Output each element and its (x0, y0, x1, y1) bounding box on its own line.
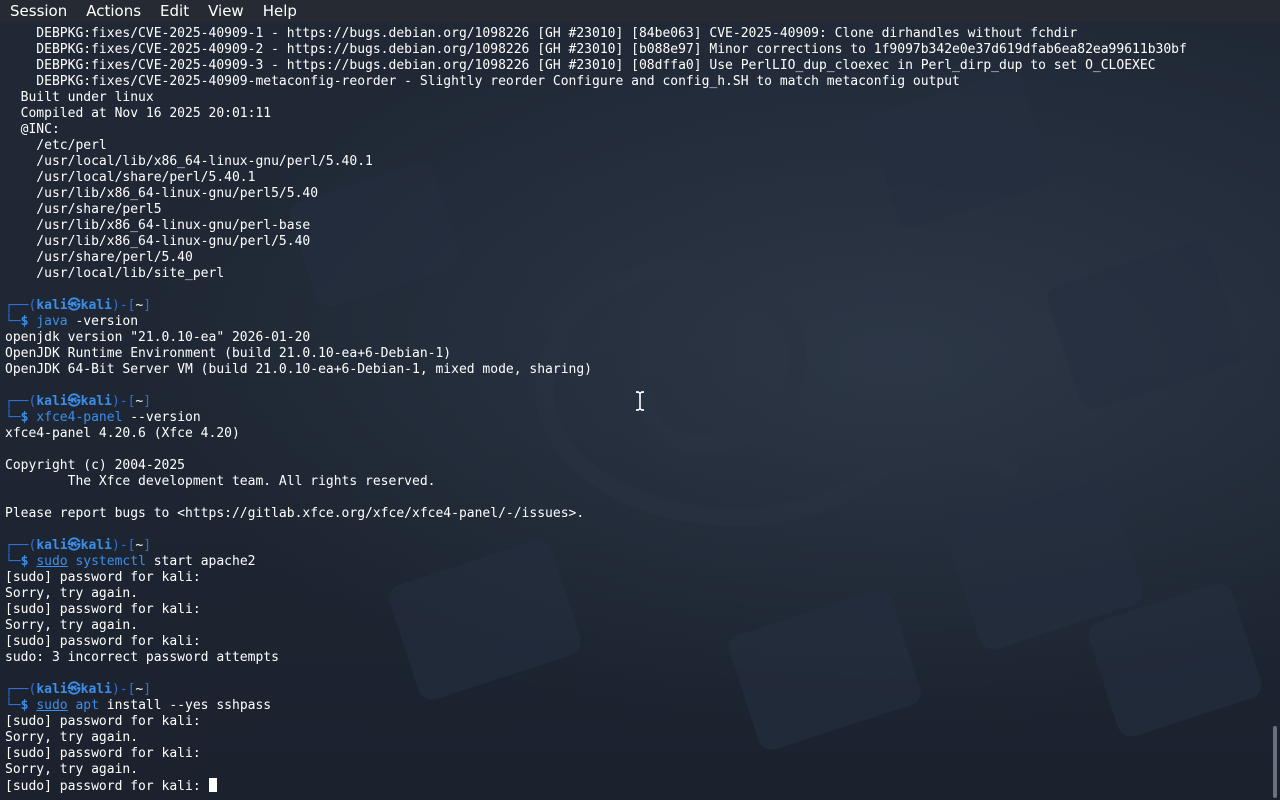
prompt-user-host: kali㉿kali (36, 298, 112, 313)
command-name: systemctl (75, 554, 146, 569)
prompt-header-line: ┌──(kali㉿kali)-[~] (5, 682, 1266, 698)
ibeam-mouse-cursor-icon (635, 391, 645, 411)
prompt-dollar: $ (20, 410, 37, 425)
prompt-corner: └─ (5, 698, 21, 713)
command-line: └─$ xfce4-panel --version (5, 410, 1266, 426)
terminal-line: Sorry, try again. (5, 618, 139, 633)
prompt-bracket: )-[ (111, 682, 136, 697)
prompt-user-host: kali㉿kali (36, 538, 112, 553)
terminal-line: openjdk version "21.0.10-ea" 2026-01-20 (5, 330, 311, 345)
terminal-line: The Xfce development team. All rights re… (5, 474, 436, 489)
menu-edit[interactable]: Edit (150, 0, 198, 22)
terminal-line: DEBPKG:fixes/CVE-2025-40909-3 - https://… (5, 58, 1156, 73)
terminal-line: @INC: (5, 122, 60, 137)
terminal-line: [sudo] password for kali: (5, 714, 201, 729)
command-name: xfce4-panel (36, 410, 123, 425)
terminal-line: DEBPKG:fixes/CVE-2025-40909-1 - https://… (5, 26, 1078, 41)
terminal-line: DEBPKG:fixes/CVE-2025-40909-metaconfig-r… (5, 74, 960, 89)
prompt-dollar: $ (20, 314, 37, 329)
prompt-header-line: ┌──(kali㉿kali)-[~] (5, 298, 1266, 314)
menu-bar: Session Actions Edit View Help (0, 0, 1280, 22)
terminal-line: /usr/share/perl/5.40 (5, 250, 193, 265)
command-args: --version (122, 410, 201, 425)
menu-view[interactable]: View (198, 0, 253, 22)
terminal-line: /etc/perl (5, 138, 107, 153)
terminal-line: [sudo] password for kali: (5, 634, 201, 649)
terminal-line: xfce4-panel 4.20.6 (Xfce 4.20) (5, 426, 240, 441)
terminal-line: OpenJDK 64-Bit Server VM (build 21.0.10-… (5, 362, 592, 377)
terminal-line: OpenJDK Runtime Environment (build 21.0.… (5, 346, 452, 361)
prompt-dollar: $ (20, 554, 37, 569)
terminal-line: /usr/lib/x86_64-linux-gnu/perl-base (5, 218, 311, 233)
prompt-bracket: )-[ (111, 394, 136, 409)
prompt-corner: └─ (5, 314, 21, 329)
command-line: └─$ java -version (5, 314, 1266, 330)
terminal-line: Built under linux (5, 90, 154, 105)
terminal-line: sudo: 3 incorrect password attempts (5, 650, 279, 665)
command-sudo: sudo (36, 554, 68, 569)
command-args: install --yes sshpass (98, 698, 272, 713)
prompt-bracket: ] (143, 682, 152, 697)
terminal-line: [sudo] password for kali: (5, 746, 201, 761)
prompt-bracket: ┌──( (5, 298, 37, 313)
terminal-line: DEBPKG:fixes/CVE-2025-40909-2 - https://… (5, 42, 1187, 57)
prompt-header-line: ┌──(kali㉿kali)-[~] (5, 538, 1266, 554)
command-args: start apache2 (145, 554, 256, 569)
prompt-corner: └─ (5, 554, 21, 569)
prompt-bracket: ] (143, 538, 152, 553)
terminal-line: /usr/share/perl5 (5, 202, 162, 217)
terminal-line: Sorry, try again. (5, 586, 139, 601)
block-cursor-icon (208, 778, 217, 792)
command-sudo: sudo (36, 698, 68, 713)
prompt-dollar: $ (20, 698, 37, 713)
terminal-line: [sudo] password for kali: (5, 602, 201, 617)
terminal-line: Please report bugs to <https://gitlab.xf… (5, 506, 585, 521)
terminal-line: Sorry, try again. (5, 730, 139, 745)
prompt-bracket: ┌──( (5, 682, 37, 697)
terminal-line: /usr/local/lib/x86_64-linux-gnu/perl/5.4… (5, 154, 373, 169)
terminal-scrollbar[interactable] (1273, 726, 1277, 798)
password-prompt: [sudo] password for kali: (5, 779, 209, 794)
terminal-line: /usr/lib/x86_64-linux-gnu/perl5/5.40 (5, 186, 319, 201)
terminal-line: [sudo] password for kali: (5, 570, 201, 585)
password-input-line[interactable]: [sudo] password for kali: (5, 778, 1266, 794)
terminal-line: Sorry, try again. (5, 762, 139, 777)
terminal-line: Compiled at Nov 16 2025 20:01:11 (5, 106, 272, 121)
command-line: └─$ sudo apt install --yes sshpass (5, 698, 1266, 714)
prompt-bracket: ┌──( (5, 538, 37, 553)
prompt-corner: └─ (5, 410, 21, 425)
command-line: └─$ sudo systemctl start apache2 (5, 554, 1266, 570)
prompt-bracket: ┌──( (5, 394, 37, 409)
command-name: apt (75, 698, 99, 713)
terminal-line: Copyright (c) 2004-2025 (5, 458, 186, 473)
command-args: -version (67, 314, 139, 329)
prompt-user-host: kali㉿kali (36, 394, 112, 409)
terminal-line: /usr/lib/x86_64-linux-gnu/perl/5.40 (5, 234, 311, 249)
menu-actions[interactable]: Actions (76, 0, 150, 22)
terminal-window: Session Actions Edit View Help DEBPKG:fi… (0, 0, 1280, 800)
prompt-bracket: ] (143, 394, 152, 409)
prompt-bracket: )-[ (111, 538, 136, 553)
prompt-user-host: kali㉿kali (36, 682, 112, 697)
prompt-bracket: )-[ (111, 298, 136, 313)
command-name: java (36, 314, 68, 329)
menu-help[interactable]: Help (253, 0, 306, 22)
prompt-bracket: ] (143, 298, 152, 313)
terminal-line: /usr/local/lib/site_perl (5, 266, 225, 281)
menu-session[interactable]: Session (0, 0, 76, 22)
terminal-line: /usr/local/share/perl/5.40.1 (5, 170, 256, 185)
